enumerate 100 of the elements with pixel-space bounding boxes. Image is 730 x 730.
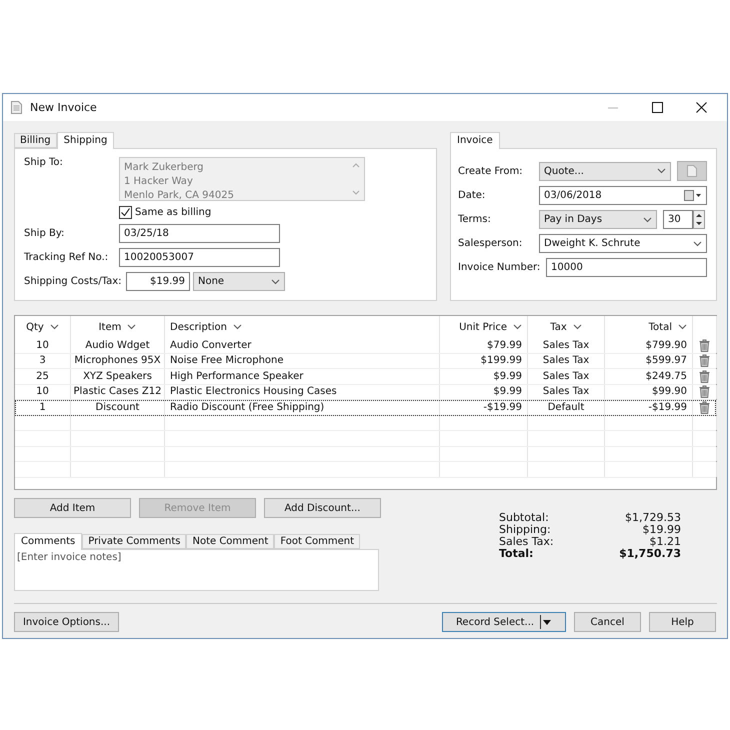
table-cell: High Performance Speaker	[165, 369, 440, 384]
table-cell: Noise Free Microphone	[165, 354, 440, 368]
table-cell: Audio Wdget	[71, 338, 165, 352]
tax-dropdown[interactable]: None	[193, 272, 285, 291]
table-cell: Sales Tax	[528, 338, 605, 352]
table-cell: 3	[15, 354, 71, 368]
trash-icon[interactable]	[699, 400, 710, 414]
table-cell: -$19.99	[440, 400, 528, 414]
salesperson-dropdown[interactable]: Dweight K. Schrute	[539, 234, 707, 253]
caret-icon	[50, 324, 59, 330]
table-cell: $9.99	[440, 369, 528, 384]
caret-icon	[513, 324, 522, 330]
total-value: $19.99	[642, 524, 681, 536]
days-spinner[interactable]: 30	[663, 210, 693, 229]
checkbox[interactable]	[119, 206, 132, 219]
field-label: Salesperson:	[458, 238, 524, 249]
caret-icon	[643, 216, 652, 222]
total-label: Subtotal:	[499, 512, 550, 524]
invoice-number-field[interactable]: 10000	[546, 258, 707, 277]
table-cell: Radio Discount (Free Shipping)	[165, 400, 440, 414]
spin-arrows-icon[interactable]	[693, 210, 705, 229]
table-cell: Microphones 95X	[71, 354, 165, 368]
caret-icon	[232, 324, 242, 330]
column-header[interactable]: Tax	[528, 316, 605, 338]
column-header[interactable]: Description	[165, 316, 440, 338]
table-cell: Default	[528, 400, 605, 414]
dropdown-arrow-icon[interactable]	[540, 615, 552, 629]
dialog-button[interactable]: Help	[649, 612, 716, 632]
create-from-dropdown[interactable]: Quote...	[539, 162, 671, 180]
table-cell: $99.90	[605, 384, 693, 399]
tracking-field[interactable]: 10020053007	[119, 248, 280, 267]
invoice-options-button[interactable]: Invoice Options...	[14, 612, 119, 632]
tab[interactable]: Note Comment	[186, 534, 274, 549]
caret-icon	[657, 168, 666, 174]
table-cell: XYZ Speakers	[71, 369, 165, 384]
field-label: Create From:	[458, 166, 524, 176]
table-cell: Plastic Electronics Housing Cases	[165, 384, 440, 399]
table-cell: Audio Converter	[165, 338, 440, 352]
table-cell: 25	[15, 369, 71, 384]
document-icon	[11, 101, 22, 114]
caret-icon	[693, 240, 702, 246]
caret-icon	[678, 324, 687, 330]
column-header[interactable]: Total	[605, 316, 693, 338]
total-label: Total:	[499, 548, 534, 560]
trash-icon[interactable]	[699, 370, 710, 383]
table-cell: 1	[15, 400, 71, 414]
notes-field[interactable]: [Enter invoice notes]	[14, 549, 379, 591]
caret-icon	[127, 324, 136, 330]
checkbox-label: Same as billing	[135, 207, 212, 218]
calendar-icon[interactable]	[684, 190, 702, 201]
table-cell: $249.75	[605, 369, 693, 384]
field-label: Ship To:	[24, 157, 64, 168]
date-field[interactable]: 03/25/18	[119, 224, 280, 243]
table-cell: 10	[15, 338, 71, 352]
column-header[interactable]: Qty	[15, 316, 71, 338]
tab[interactable]: Shipping	[56, 132, 114, 149]
table-cell: Sales Tax	[528, 354, 605, 368]
table-row[interactable]: 3 Microphones 95X Noise Free Microphone $199.99 Sales Tax $599.97	[15, 354, 716, 369]
dialog-button[interactable]: Cancel	[574, 612, 641, 632]
total-value: $1,729.53	[624, 512, 681, 524]
table-cell: Plastic Cases Z12	[71, 384, 165, 399]
table-cell: $799.90	[605, 338, 693, 352]
table-row[interactable]: 25 XYZ Speakers High Performance Speaker $9.99 Sales Tax $249.75	[15, 369, 716, 384]
scroll-arrows-icon	[352, 161, 360, 197]
table-row[interactable]: 10 Audio Wdget Audio Converter $79.99 Sales Tax $799.90	[15, 338, 716, 354]
tab[interactable]: Invoice	[450, 132, 500, 149]
table-cell: $79.99	[440, 338, 528, 352]
total-value: $1.21	[648, 536, 681, 548]
column-header[interactable]: Item	[71, 316, 165, 338]
tab[interactable]: Billing	[14, 133, 57, 148]
action-button[interactable]: Add Discount...	[264, 498, 381, 518]
tab[interactable]: Private Comments	[82, 534, 186, 549]
table-cell: $9.99	[440, 384, 528, 399]
caret-icon	[271, 278, 280, 284]
ship-to-field[interactable]: Mark Zukerberg 1 Hacker Way Menlo Park, CA 94025	[119, 157, 365, 201]
trash-icon[interactable]	[699, 338, 710, 352]
date-field[interactable]: 03/06/2018	[539, 186, 707, 205]
column-header[interactable]: Unit Price	[440, 316, 528, 338]
trash-icon[interactable]	[699, 385, 710, 398]
document-icon	[687, 165, 697, 177]
field-label: Shipping Costs/Tax:	[24, 276, 122, 287]
table-cell: -$19.99	[605, 400, 693, 414]
record-split-button[interactable]: Record Select...	[442, 612, 566, 632]
shipping-cost-field[interactable]: $19.99	[126, 272, 190, 291]
window-title: New Invoice	[30, 101, 98, 114]
total-value: $1,750.73	[618, 548, 681, 560]
table-cell: 10	[15, 384, 71, 399]
terms-dropdown[interactable]: Pay in Days	[539, 210, 657, 229]
total-label: Shipping:	[499, 524, 552, 536]
total-label: Sales Tax:	[499, 536, 555, 548]
field-label: Invoice Number:	[458, 262, 542, 273]
table-row[interactable]: 10 Plastic Cases Z12 Plastic Electronics Housing Cases $9.99 Sales Tax $99.90	[15, 384, 716, 400]
table-cell: $199.99	[440, 354, 528, 368]
tab[interactable]: Foot Comment	[274, 534, 360, 549]
table-row[interactable]: 1 Discount Radio Discount (Free Shipping) -$19.99 Default -$19.99	[15, 400, 716, 416]
field-label: Tracking Ref No.:	[24, 252, 110, 263]
table-cell: Discount	[71, 400, 165, 414]
action-button[interactable]: Add Item	[14, 498, 131, 518]
trash-icon[interactable]	[699, 354, 710, 368]
tab[interactable]: Comments	[14, 533, 82, 550]
